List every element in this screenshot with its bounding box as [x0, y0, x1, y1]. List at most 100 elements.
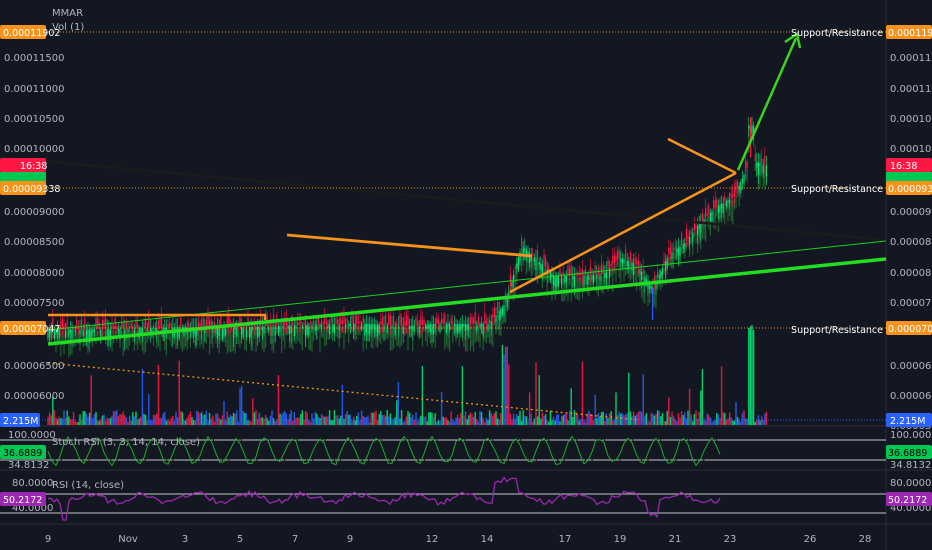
volume-bar	[351, 420, 353, 425]
volume-bar	[120, 414, 123, 425]
candle-body	[503, 305, 505, 316]
volume-bar	[407, 411, 409, 425]
candle-body	[309, 322, 311, 325]
candle-body	[65, 329, 67, 338]
volume-bar	[63, 410, 65, 425]
right-tag-stoch: 36.6889	[888, 448, 927, 459]
candle-body	[533, 257, 535, 262]
volume-bar	[293, 412, 296, 425]
candle-body	[367, 324, 369, 335]
candle-body	[385, 314, 387, 325]
candle-body	[657, 271, 659, 278]
candle-body	[676, 248, 678, 253]
volume-bar	[146, 420, 148, 425]
volume-bar	[600, 412, 603, 425]
volume-bar	[66, 410, 68, 425]
candle-body	[508, 291, 510, 296]
candle-body	[687, 235, 689, 239]
candle-body	[466, 324, 468, 330]
candle-body	[642, 268, 644, 275]
candle-body	[261, 326, 263, 331]
candle-body	[674, 246, 676, 250]
volume-bar	[264, 414, 267, 425]
volume-bar	[554, 420, 556, 425]
candle-body	[381, 317, 383, 325]
volume-bar	[448, 421, 451, 425]
volume-bar	[95, 412, 97, 425]
volume-bar	[423, 416, 425, 425]
candle-body	[756, 161, 758, 168]
candle-body	[357, 321, 359, 324]
volume-bar	[223, 400, 225, 425]
candle-body	[717, 205, 719, 214]
volume-bar	[162, 413, 164, 425]
volume-bar	[295, 418, 297, 425]
candle-body	[341, 320, 343, 324]
volume-bar	[556, 414, 558, 425]
volume-bar	[434, 413, 436, 425]
candle-body	[380, 321, 382, 325]
left-tag-stoch: 36.6889	[3, 448, 42, 459]
volume-bar	[386, 410, 388, 425]
volume-bar	[396, 400, 398, 425]
volume-bar	[583, 419, 585, 425]
volume-bar	[576, 414, 579, 425]
candle-body	[68, 329, 70, 336]
volume-bar	[220, 419, 222, 425]
volume-bar	[178, 360, 180, 425]
trading-chart[interactable]: Support/Resistance Support/Resistance Su…	[0, 0, 932, 550]
volume-bar	[461, 366, 464, 425]
volume-bar	[495, 411, 497, 425]
volume-bar	[560, 416, 563, 425]
volume-bar	[634, 415, 636, 425]
volume-bar	[570, 388, 572, 425]
candle-body	[90, 329, 92, 339]
volume-bar	[562, 415, 564, 425]
candle-body	[748, 125, 750, 129]
volume-bar	[192, 419, 195, 425]
candle-body	[511, 280, 513, 287]
volume-bar	[228, 417, 230, 425]
volume-bar	[184, 420, 187, 425]
candle-body	[559, 268, 561, 276]
candle-body	[481, 323, 483, 327]
volume-bar	[436, 421, 438, 425]
volume-bar	[402, 421, 404, 425]
right-tick-0: 0.00011500	[890, 53, 932, 64]
candle-body	[473, 318, 475, 325]
candle-body	[594, 264, 596, 275]
volume-bar	[196, 410, 198, 425]
volume-bar	[535, 362, 537, 425]
volume-bar	[85, 413, 88, 425]
candle-body	[442, 318, 444, 324]
candle-body	[556, 275, 558, 287]
candle-body	[604, 272, 606, 278]
left-tick-0: 0.00011500	[4, 53, 64, 64]
volume-bar	[428, 412, 430, 425]
volume-bar	[748, 327, 750, 425]
candle-body	[180, 317, 182, 328]
candle-body	[335, 317, 337, 325]
volume-bar	[687, 410, 689, 425]
stoch-right-top: 100.0000	[890, 430, 932, 441]
candle-body	[362, 316, 364, 324]
volume-bar	[240, 385, 243, 425]
volume-bar	[140, 416, 142, 425]
volume-bar	[484, 421, 486, 425]
volume-bar	[645, 413, 648, 425]
volume-bar	[549, 410, 552, 425]
candle-body	[236, 327, 238, 337]
candle-body	[423, 319, 425, 325]
volume-bar	[53, 410, 56, 425]
candle-body	[317, 318, 319, 325]
volume-bar	[98, 421, 100, 425]
candle-body	[565, 275, 567, 282]
volume-bar	[500, 413, 502, 425]
volume-bar	[698, 412, 700, 425]
candle-body	[513, 274, 515, 283]
candle-body	[388, 314, 390, 326]
candle-body	[289, 325, 291, 335]
volume-bar	[522, 410, 524, 425]
candle-body	[474, 312, 476, 325]
volume-bar	[236, 410, 238, 425]
